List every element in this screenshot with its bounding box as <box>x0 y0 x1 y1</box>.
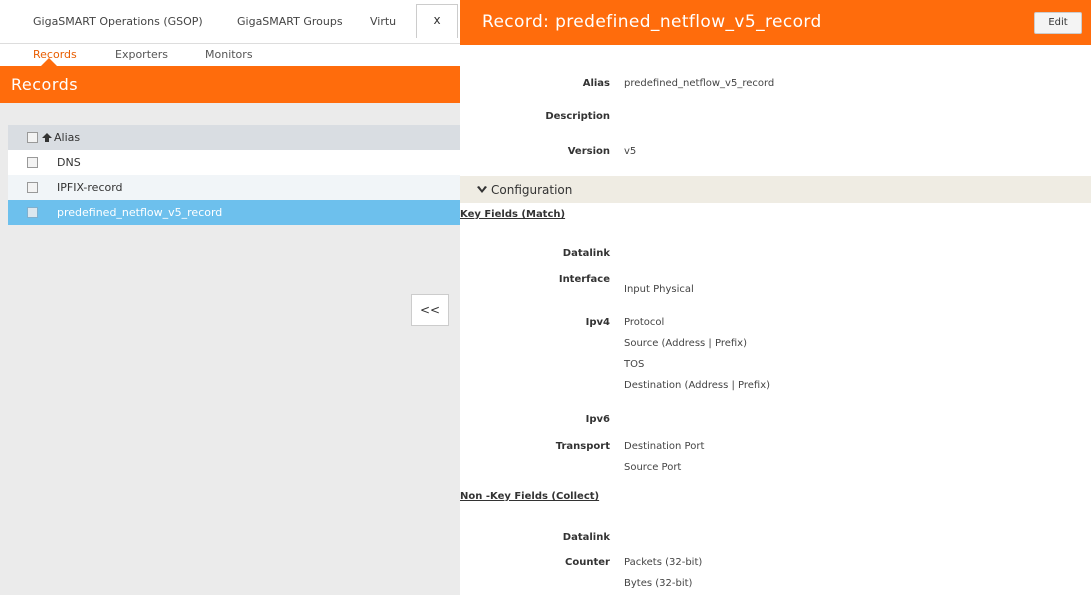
records-list-panel: GigaSMART Operations (GSOP) GigaSMART Gr… <box>0 0 460 595</box>
alias-column-label: Alias <box>54 131 81 144</box>
ipv4-value: TOS <box>624 359 645 370</box>
close-button[interactable]: x <box>416 4 458 38</box>
ipv6-label: Ipv6 <box>585 414 610 425</box>
alias-label: Alias <box>582 78 610 89</box>
transport-label: Transport <box>555 441 610 452</box>
records-header-band: Records <box>0 66 460 103</box>
non-key-fields-title: Non -Key Fields (Collect) <box>460 491 600 502</box>
ipv4-label: Ipv4 <box>585 317 610 328</box>
top-navigation: GigaSMART Operations (GSOP) GigaSMART Gr… <box>0 0 460 44</box>
row-alias: predefined_netflow_v5_record <box>57 206 223 219</box>
record-detail-panel: Record: predefined_netflow_v5_record Edi… <box>460 0 1091 595</box>
subtab-exporters[interactable]: Exporters <box>115 48 168 61</box>
select-all-checkbox[interactable] <box>27 132 38 143</box>
configuration-label-wrap: Configuration <box>477 183 572 197</box>
records-title: Records <box>11 75 79 94</box>
edit-button[interactable]: Edit <box>1034 12 1082 34</box>
table-row[interactable]: DNS <box>8 150 460 175</box>
sort-ascending-icon <box>42 133 52 142</box>
counter-value: Bytes (32-bit) <box>624 578 693 589</box>
version-label: Version <box>567 146 610 157</box>
ipv4-value: Protocol <box>624 317 665 328</box>
counter-value: Packets (32-bit) <box>624 557 703 568</box>
detail-title: Record: predefined_netflow_v5_record <box>482 12 822 32</box>
detail-header: Record: predefined_netflow_v5_record Edi… <box>460 0 1091 45</box>
row-checkbox[interactable] <box>27 182 38 193</box>
table-row-selected[interactable]: predefined_netflow_v5_record <box>8 200 460 225</box>
description-label: Description <box>545 111 610 122</box>
alias-value: predefined_netflow_v5_record <box>624 78 775 89</box>
tab-gigasmart-groups[interactable]: GigaSMART Groups <box>237 15 343 28</box>
table-header-row: Alias <box>8 125 460 150</box>
records-table: Alias DNS IPFIX-record predefined_netflo… <box>8 125 460 225</box>
nonkey-datalink-label: Datalink <box>562 532 610 543</box>
sub-navigation: Records Exporters Monitors <box>0 44 460 67</box>
transport-value: Source Port <box>624 462 682 473</box>
interface-label: Interface <box>558 274 610 285</box>
counter-label: Counter <box>565 557 610 568</box>
subtab-monitors[interactable]: Monitors <box>205 48 253 61</box>
row-checkbox[interactable] <box>27 207 38 218</box>
version-value: v5 <box>624 146 637 157</box>
tab-gsop[interactable]: GigaSMART Operations (GSOP) <box>33 15 203 28</box>
configuration-toggle[interactable]: Configuration <box>460 176 1091 203</box>
ipv4-value: Destination (Address | Prefix) <box>624 380 771 391</box>
key-fields-title: Key Fields (Match) <box>460 209 566 220</box>
row-alias: IPFIX-record <box>57 181 123 194</box>
interface-value: Input Physical <box>624 284 694 295</box>
key-datalink-label: Datalink <box>562 248 610 259</box>
ipv4-value: Source (Address | Prefix) <box>624 338 747 349</box>
chevron-down-icon <box>477 186 487 193</box>
row-alias: DNS <box>57 156 81 169</box>
transport-value: Destination Port <box>624 441 705 452</box>
tab-virtual[interactable]: Virtu <box>370 15 396 28</box>
table-row[interactable]: IPFIX-record <box>8 175 460 200</box>
row-checkbox[interactable] <box>27 157 38 168</box>
configuration-label: Configuration <box>491 183 573 197</box>
alias-column-header[interactable]: Alias <box>42 131 80 144</box>
collapse-panel-button[interactable]: << <box>411 294 449 326</box>
